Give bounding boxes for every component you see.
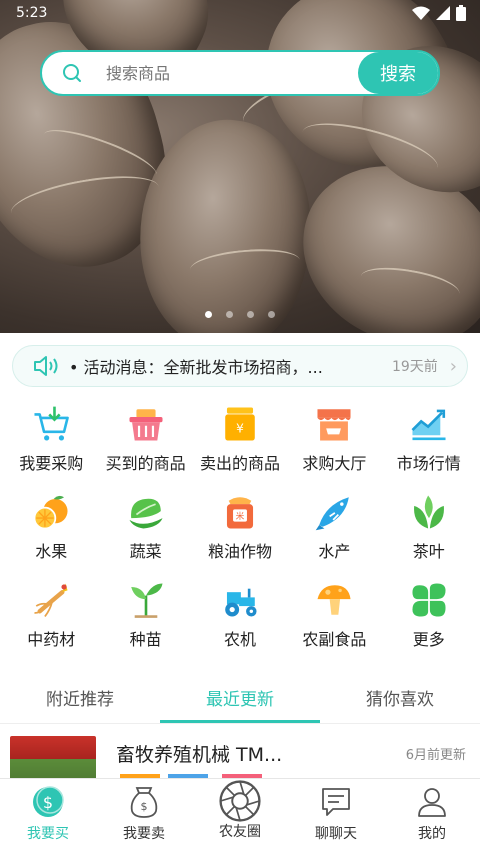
category-label: 水果 [35,542,68,561]
rice-bag-icon: 米 [226,497,254,529]
status-bar: 5:23 [0,0,480,26]
category-label: 卖出的商品 [199,454,280,473]
product-thumbnail [10,736,96,782]
money-bag-icon: $ [130,787,158,818]
category-machinery[interactable]: 农机 [193,574,287,650]
carousel-dot [268,311,275,318]
category-label: 更多 [412,630,445,649]
chevron-right-icon: › [449,355,457,377]
category-label: 市场行情 [396,454,461,473]
vegetable-icon [129,498,163,529]
page: 5:23 搜索 • 活动消息：全新批发市场招商，... 19天前 › [0,0,480,852]
tab-bar: 附近推荐 最近更新 猜你喜欢 [0,671,480,723]
signal-icon [436,6,450,20]
notice-text: • 活动消息：全新批发市场招商，... [69,358,323,377]
category-more[interactable]: 更多 [382,574,476,650]
nav-sell[interactable]: $ 我要卖 [96,779,192,852]
nav-chat[interactable]: 聊聊天 [288,779,384,852]
cart-icon [34,406,70,441]
orange-icon [33,495,68,530]
fish-icon [316,497,350,531]
status-time: 5:23 [16,5,48,21]
svg-text:米: 米 [236,510,245,522]
buy-icon: $ [33,786,64,817]
aperture-icon [219,780,261,822]
nav-buy[interactable]: $ 我要买 [0,779,96,852]
chat-icon [322,788,350,816]
category-tea[interactable]: 茶叶 [382,486,476,562]
tab-guess[interactable]: 猜你喜欢 [320,671,480,723]
category-grid: 我要采购 买到的商品 ¥ 卖出的商品 求购大厅 市场行情 水果 蔬菜 米 粮油作… [4,398,476,650]
wifi-icon [412,6,430,20]
search-bar: 搜索 [40,50,440,96]
category-label: 粮油作物 [207,542,272,561]
mushroom-icon [317,585,351,615]
category-hall[interactable]: 求购大厅 [287,398,381,474]
user-icon [418,788,446,817]
category-fruit[interactable]: 水果 [4,486,98,562]
notice-time: 19天前 [391,359,438,375]
divider [0,723,480,724]
trend-chart-icon [411,409,446,441]
product-title: 畜牧养殖机械 TM... [116,744,283,766]
category-label: 我要采购 [19,454,84,473]
tractor-icon [225,588,257,617]
seedling-icon [130,583,163,618]
category-sold[interactable]: ¥ 卖出的商品 [193,398,287,474]
tab-recent[interactable]: 最近更新 [160,671,320,723]
search-input[interactable] [106,63,358,83]
nav-label: 我要买 [27,826,69,842]
category-label: 中药材 [27,630,76,649]
category-market[interactable]: 市场行情 [382,398,476,474]
speaker-icon [34,356,58,376]
svg-text:¥: ¥ [236,422,244,436]
shop-icon [317,409,351,441]
category-food[interactable]: 农副食品 [287,574,381,650]
category-label: 茶叶 [412,542,445,561]
carousel-dot [247,311,254,318]
svg-text:$: $ [141,800,148,813]
nav-mine[interactable]: 我的 [384,779,480,852]
search-icon [63,64,81,82]
carousel-dot [226,311,233,318]
tea-leaf-icon [413,495,444,529]
category-label: 种苗 [129,630,162,649]
ginseng-icon [34,583,68,618]
category-label: 农副食品 [302,630,367,649]
category-herb[interactable]: 中药材 [4,574,98,650]
nav-label: 聊聊天 [315,826,357,842]
bottom-nav: $ 我要买 $ 我要卖 农友圈 聊聊天 我的 [0,778,480,852]
nav-label: 我的 [418,826,446,842]
notice-bar[interactable]: • 活动消息：全新批发市场招商，... 19天前 › [12,345,468,387]
nav-circle[interactable]: 农友圈 [192,779,288,852]
product-update-time: 6月前更新 [405,748,466,763]
search-button[interactable]: 搜索 [358,52,438,94]
tab-nearby[interactable]: 附近推荐 [0,671,160,723]
battery-icon [456,5,466,21]
category-label: 蔬菜 [129,542,162,561]
basket-icon [129,409,163,441]
nav-label: 我要卖 [123,826,165,842]
carousel-dot [205,311,212,318]
category-seedling[interactable]: 种苗 [98,574,192,650]
category-vegetable[interactable]: 蔬菜 [98,486,192,562]
category-label: 农机 [223,630,256,649]
category-bought[interactable]: 买到的商品 [98,398,192,474]
category-purchase[interactable]: 我要采购 [4,398,98,474]
coin-box-icon: ¥ [225,407,255,441]
category-grain[interactable]: 米 粮油作物 [193,486,287,562]
category-label: 买到的商品 [105,454,186,473]
carousel-indicator [0,311,480,318]
nav-label: 农友圈 [219,824,261,840]
svg-text:$: $ [43,793,53,812]
category-label: 水产 [318,542,351,561]
category-label: 求购大厅 [302,454,367,473]
category-aquatic[interactable]: 水产 [287,486,381,562]
clover-icon [412,583,446,617]
